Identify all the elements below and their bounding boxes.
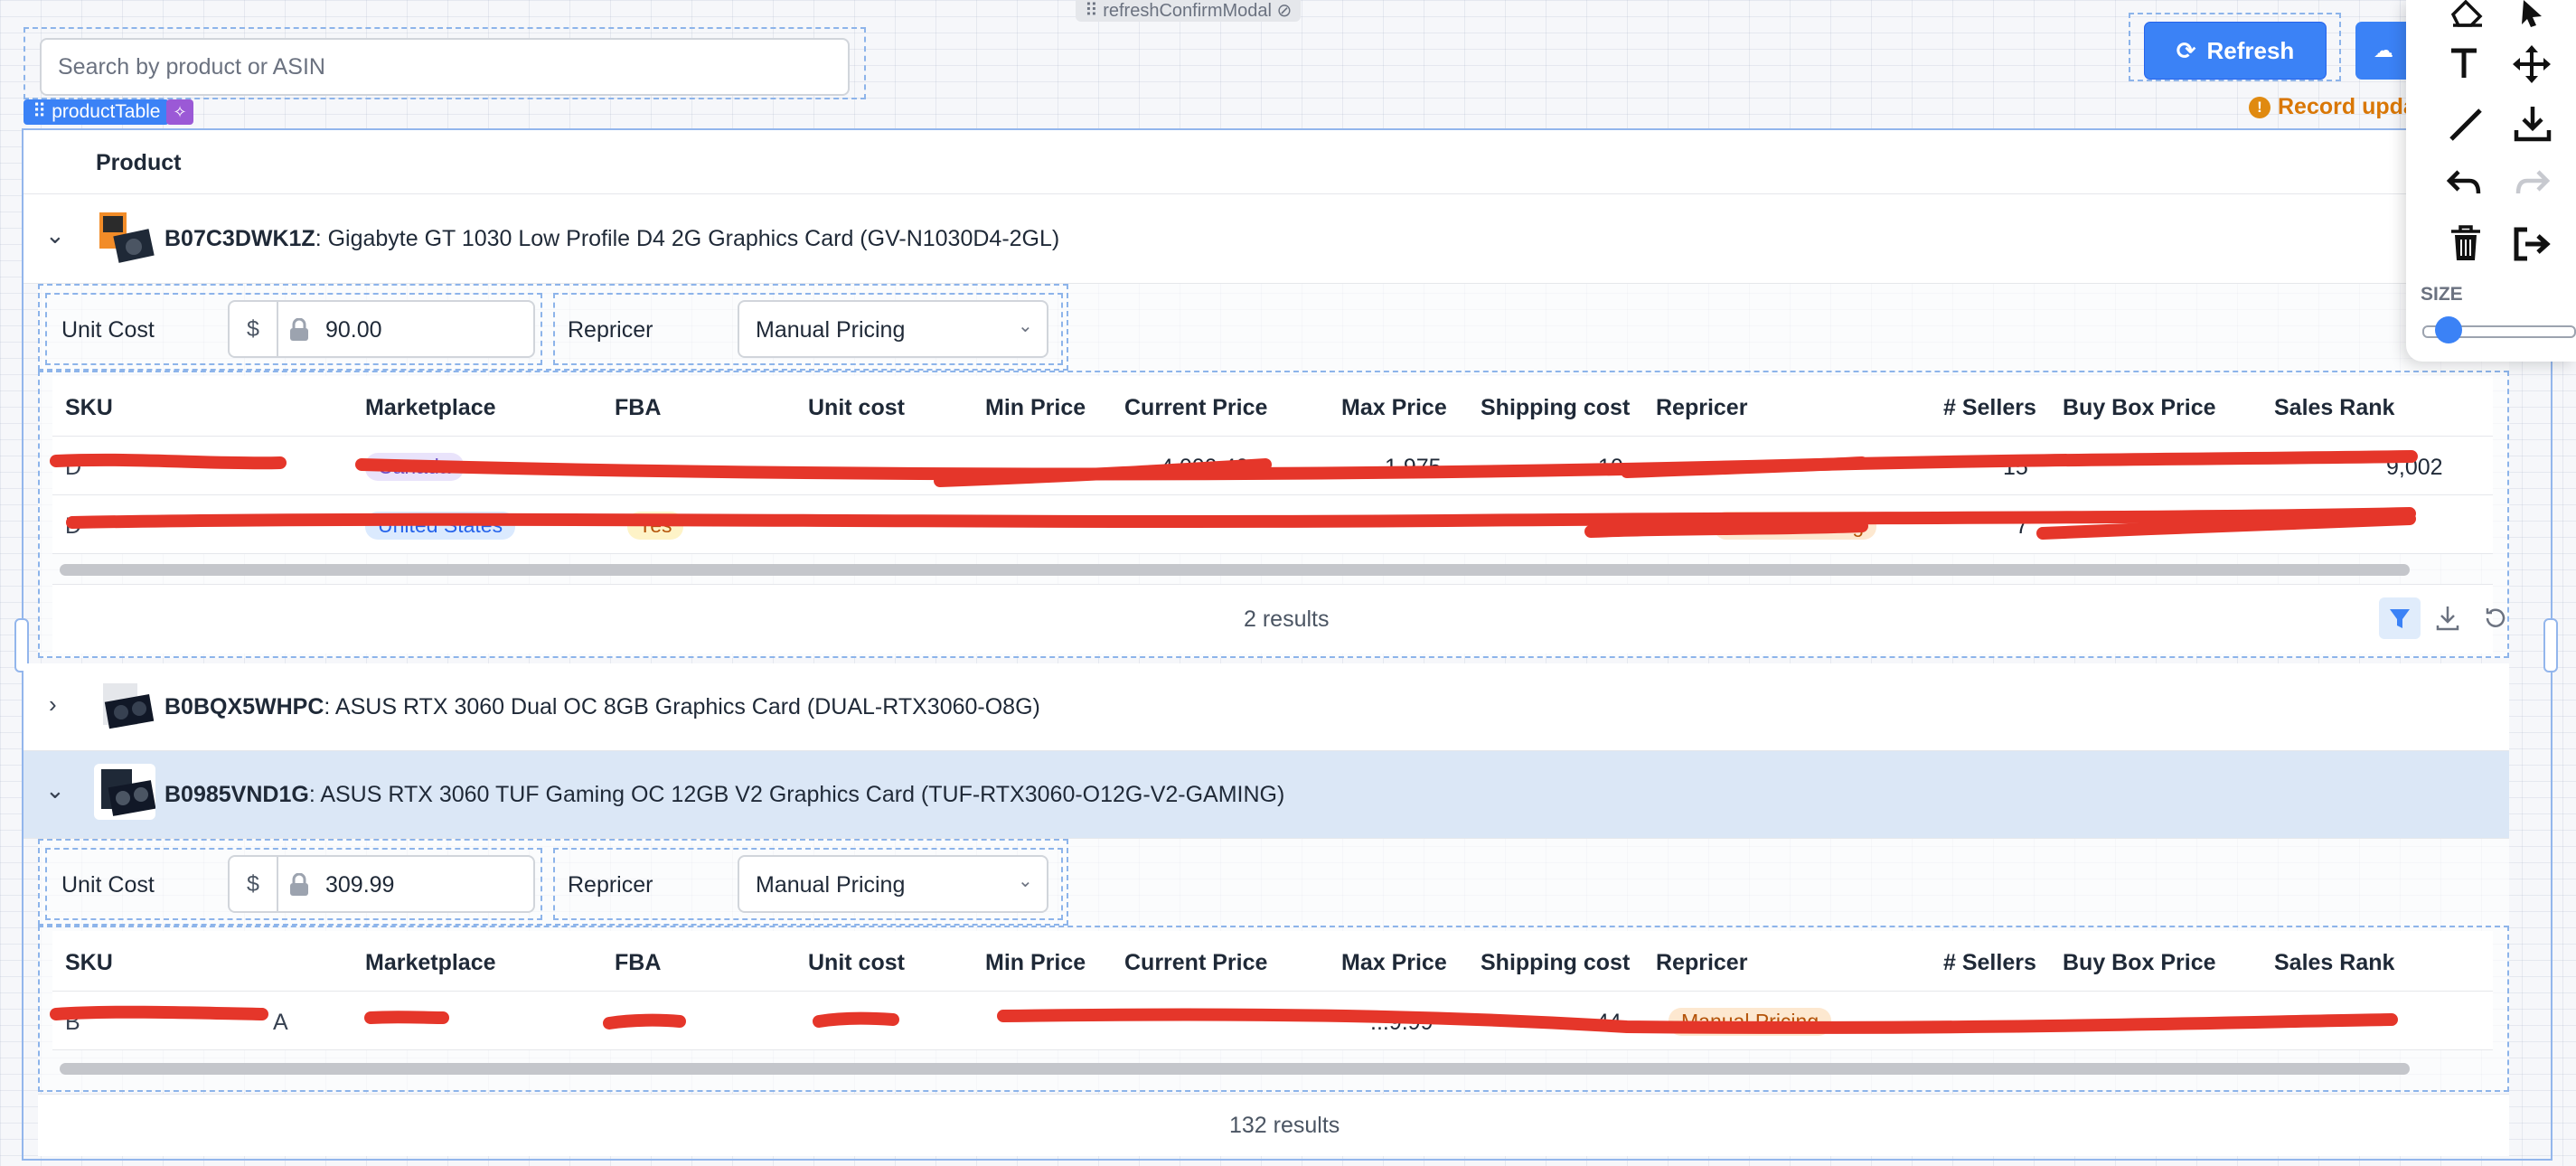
redo-icon[interactable] [2515, 166, 2551, 203]
text-icon[interactable] [2448, 45, 2480, 86]
download-icon[interactable] [2513, 103, 2552, 149]
size-slider-handle[interactable] [2435, 316, 2462, 343]
size-label: SIZE [2421, 284, 2463, 305]
line-icon[interactable] [2448, 107, 2484, 147]
drawing-toolbar: SIZE [2406, 0, 2576, 362]
eraser-icon[interactable] [2448, 0, 2487, 32]
redaction-overlay [50, 450, 2418, 1034]
cursor-icon[interactable] [2516, 0, 2549, 32]
undo-icon[interactable] [2446, 166, 2482, 203]
exit-icon[interactable] [2513, 226, 2552, 267]
trash-icon[interactable] [2449, 224, 2482, 267]
move-icon[interactable] [2511, 43, 2552, 89]
